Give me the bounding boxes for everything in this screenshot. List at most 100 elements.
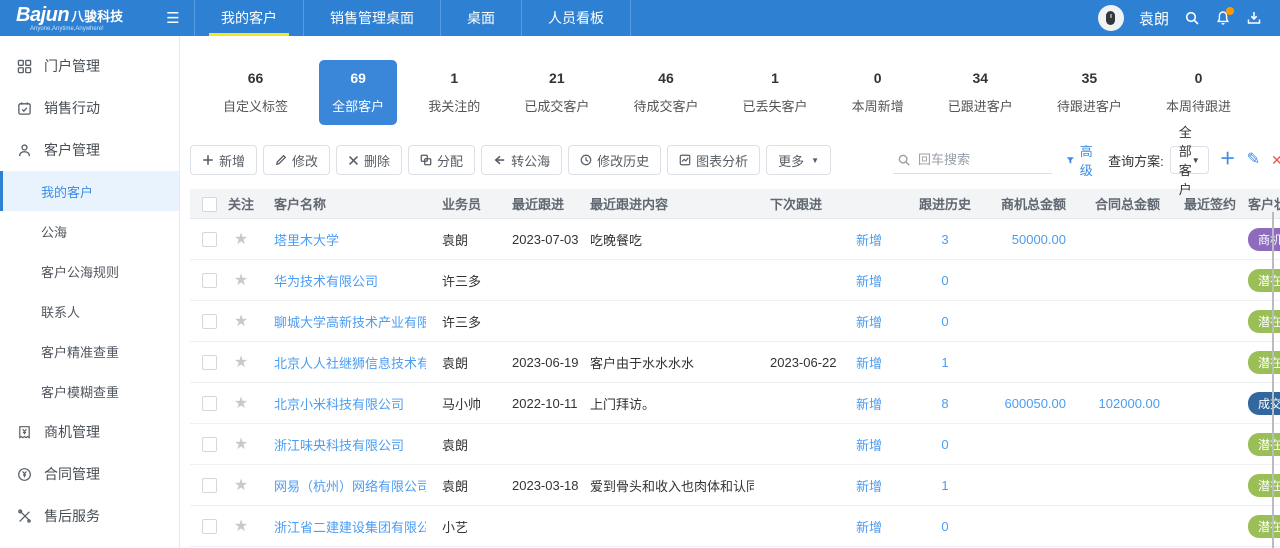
stat-item[interactable]: 1 我关注的 (415, 60, 493, 125)
followup-history-link[interactable]: 0 (941, 314, 948, 329)
toolbar-button[interactable]: 修改历史 (568, 145, 661, 175)
stat-label: 全部客户 (332, 96, 384, 115)
sidebar-item[interactable]: 我的客户 (0, 171, 179, 211)
row-checkbox[interactable] (202, 355, 217, 370)
row-checkbox[interactable] (202, 314, 217, 329)
star-icon[interactable]: ★ (234, 436, 248, 453)
toolbar-button[interactable]: 修改 (263, 145, 330, 175)
customer-name-link[interactable]: 塔里木大学 (274, 233, 339, 248)
query-scheme-select[interactable]: 全部客户 ▼ (1170, 146, 1209, 174)
search-icon[interactable] (1184, 10, 1200, 26)
followup-history-link[interactable]: 0 (941, 437, 948, 452)
row-checkbox-cell (190, 354, 224, 370)
quick-add-link[interactable]: 新增 (856, 438, 882, 453)
toolbar-button[interactable]: 图表分析 (667, 145, 760, 175)
followup-history-link[interactable]: 0 (941, 273, 948, 288)
customer-name-link[interactable]: 网易（杭州）网络有限公司... (274, 479, 426, 494)
download-icon[interactable] (1246, 10, 1262, 26)
stat-item[interactable]: 1 已丢失客户 (730, 60, 821, 125)
advanced-label[interactable]: 高级 (1080, 141, 1097, 179)
star-icon[interactable]: ★ (234, 477, 248, 494)
stat-item[interactable]: 69 全部客户 (319, 60, 397, 125)
row-checkbox[interactable] (202, 478, 217, 493)
star-icon[interactable]: ★ (234, 272, 248, 289)
logo-tagline: Anyone,Anytime,Anywhere! (30, 26, 152, 32)
nav-tab[interactable]: 销售管理桌面 (304, 0, 441, 36)
toolbar-button[interactable]: 删除 (336, 145, 402, 175)
nav-tab[interactable]: 人员看板 (522, 0, 631, 36)
stat-item[interactable]: 34 已跟进客户 (935, 60, 1026, 125)
toolbar-button[interactable]: 分配 (408, 145, 475, 175)
user-avatar[interactable] (1098, 5, 1124, 31)
add-scheme-button[interactable]: ＋ (1220, 152, 1236, 168)
quick-add-link[interactable]: 新增 (856, 479, 882, 494)
quick-add-link[interactable]: 新增 (856, 520, 882, 535)
customer-name-link[interactable]: 聊城大学高新技术产业有限... (274, 315, 426, 330)
row-checkbox[interactable] (202, 232, 217, 247)
menu-toggle-icon[interactable]: ☰ (152, 0, 194, 36)
sidebar-item[interactable]: 公海 (0, 211, 179, 251)
customer-name-link[interactable]: 北京人人社继狮信息技术有... (274, 356, 426, 371)
toolbar-button[interactable]: 更多 ▼ (766, 145, 831, 175)
sidebar-item[interactable]: 售后服务 (0, 495, 179, 537)
header-followup-history: 跟进历史 (900, 194, 990, 213)
select-all-checkbox[interactable] (202, 197, 217, 212)
sidebar-item[interactable]: 客户管理 (0, 129, 179, 171)
edit-scheme-button[interactable]: ✎ (1247, 152, 1260, 168)
customer-name-link[interactable]: 华为技术有限公司 (274, 274, 378, 289)
stat-item[interactable]: 46 待成交客户 (620, 60, 711, 125)
toolbar-button[interactable]: 新增 (190, 145, 257, 175)
sidebar-item[interactable]: 销售行动 (0, 87, 179, 129)
toolbar-button-label: 修改历史 (597, 151, 649, 170)
star-icon[interactable]: ★ (234, 518, 248, 535)
sidebar-item[interactable]: 商机管理 (0, 411, 179, 453)
sidebar-item[interactable]: 合同管理 (0, 453, 179, 495)
stat-item[interactable]: 0 本周新增 (839, 60, 917, 125)
followup-history-link[interactable]: 1 (941, 478, 948, 493)
row-star-cell: ★ (224, 393, 258, 413)
sidebar-item[interactable]: 客户精准查重 (0, 331, 179, 371)
stat-item[interactable]: 21 已成交客户 (511, 60, 602, 125)
sidebar-item[interactable]: 客户公海规则 (0, 251, 179, 291)
stat-item[interactable]: 35 待跟进客户 (1044, 60, 1135, 125)
customer-name-cell: 聊城大学高新技术产业有限... (258, 312, 426, 331)
quick-add-link[interactable]: 新增 (856, 233, 882, 248)
star-icon[interactable]: ★ (234, 354, 248, 371)
stat-item[interactable]: 66 自定义标签 (210, 60, 301, 125)
customer-name-link[interactable]: 浙江味央科技有限公司 (274, 438, 404, 453)
customer-name-link[interactable]: 北京小米科技有限公司 (274, 397, 404, 412)
sidebar-item[interactable]: 门户管理 (0, 45, 179, 87)
quick-add-link[interactable]: 新增 (856, 356, 882, 371)
star-icon[interactable]: ★ (234, 231, 248, 248)
username[interactable]: 袁朗 (1139, 8, 1169, 29)
quick-add-link[interactable]: 新增 (856, 274, 882, 289)
row-checkbox[interactable] (202, 519, 217, 534)
customer-name-link[interactable]: 浙江省二建建设集团有限公司 (274, 520, 426, 535)
followup-history-link[interactable]: 1 (941, 355, 948, 370)
sidebar-item[interactable]: 客户模糊查重 (0, 371, 179, 411)
stat-item[interactable]: 0 本周待跟进 (1153, 60, 1244, 125)
row-star-cell: ★ (224, 475, 258, 495)
star-icon[interactable]: ★ (234, 395, 248, 412)
nav-tab[interactable]: 桌面 (441, 0, 522, 36)
followup-history-link[interactable]: 8 (941, 396, 948, 411)
stat-value: 0 (1195, 70, 1203, 86)
delete-scheme-button[interactable]: ✕ (1271, 153, 1280, 167)
quick-add-link[interactable]: 新增 (856, 315, 882, 330)
followup-history-link[interactable]: 0 (941, 519, 948, 534)
notification-bell-icon[interactable] (1215, 10, 1231, 26)
nav-tab[interactable]: 我的客户 (195, 0, 304, 36)
search-input[interactable] (918, 152, 1048, 167)
star-icon[interactable]: ★ (234, 313, 248, 330)
row-checkbox[interactable] (202, 273, 217, 288)
vertical-scrollbar[interactable] (1272, 212, 1274, 548)
row-checkbox[interactable] (202, 437, 217, 452)
row-checkbox[interactable] (202, 396, 217, 411)
sidebar-item[interactable]: 销售协同 (0, 537, 179, 548)
advanced-filter[interactable]: 高级 (1066, 141, 1097, 179)
followup-history-link[interactable]: 3 (941, 232, 948, 247)
quick-add-link[interactable]: 新增 (856, 397, 882, 412)
sidebar-item[interactable]: 联系人 (0, 291, 179, 331)
stat-label: 我关注的 (428, 96, 480, 115)
toolbar-button[interactable]: 转公海 (481, 145, 562, 175)
